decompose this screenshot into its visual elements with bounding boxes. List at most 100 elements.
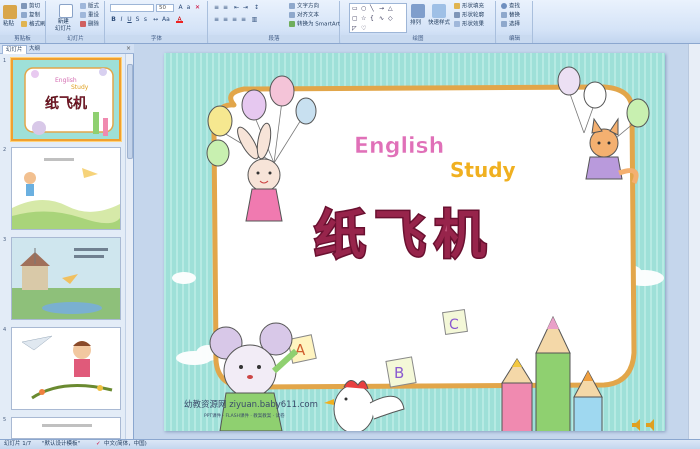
clipboard-group-label: 剪贴板 (0, 35, 45, 43)
arrow-shape-icon[interactable]: → (379, 6, 384, 12)
align-left-icon[interactable]: ≡ (213, 16, 220, 23)
slide-thumbnail-4[interactable] (11, 327, 121, 410)
underline-icon[interactable]: U (126, 16, 133, 23)
char-spacing-icon[interactable]: ↔ (152, 16, 159, 23)
replace-button[interactable]: 替换 (501, 12, 520, 20)
arrange-button[interactable]: 排列 (410, 20, 421, 27)
slide-thumbnail-5[interactable] (11, 417, 121, 439)
clipboard-group: 粘贴 剪切 复制 格式刷 剪贴板 (0, 1, 46, 43)
left-pane-scrollbar[interactable] (125, 54, 133, 439)
smartart-button[interactable]: 转换为 SmartArt (289, 21, 340, 29)
layout-button[interactable]: 版式 (80, 3, 99, 11)
align-text-button[interactable]: 对齐文本 (289, 12, 319, 20)
align-text-label: 对齐文本 (297, 12, 320, 19)
slide-thumbnail-3[interactable] (11, 237, 121, 320)
letter-c-block: C (449, 317, 459, 333)
star-shape-icon[interactable]: ☆ (361, 16, 366, 22)
font-group-label: 字体 (106, 35, 207, 43)
quick-styles-icon[interactable] (432, 4, 446, 18)
shadow-icon[interactable]: s (142, 16, 149, 23)
rounded-rect-shape-icon[interactable]: ▢ (352, 16, 358, 22)
change-case-icon[interactable]: Aa (162, 16, 170, 23)
new-slide-button[interactable]: 新建 幻灯片 (55, 19, 72, 33)
italic-icon[interactable]: I (118, 16, 125, 23)
svg-text:纸飞机: 纸飞机 (45, 96, 87, 112)
slide-number: 2 (3, 147, 7, 153)
heart-shape-icon[interactable]: ♡ (361, 26, 366, 32)
paintbrush-icon (21, 21, 27, 27)
slide-artwork: English Study 纸飞机 纸飞机 C B A 幼教资源网 ziyuan… (164, 53, 665, 431)
decrease-indent-icon[interactable]: ⇤ (233, 4, 240, 11)
paste-button[interactable]: 粘贴 (3, 21, 14, 28)
slide-number: 3 (3, 237, 7, 243)
shape-outline-button[interactable]: 形状轮廓 (454, 12, 484, 20)
callout-shape-icon[interactable]: ◸ (352, 26, 357, 32)
pen-icon (454, 12, 460, 18)
language-indicator[interactable]: 中文(简体，中国) (104, 440, 147, 449)
delete-slide-button[interactable]: 删除 (80, 21, 99, 29)
slide-study-text[interactable]: Study (450, 158, 516, 182)
effects-icon (454, 21, 460, 27)
replace-label: 替换 (509, 12, 521, 19)
diamond-shape-icon[interactable]: ◇ (388, 16, 393, 22)
font-color-icon[interactable]: A (176, 16, 183, 23)
slide-number: 5 (3, 417, 7, 423)
editing-group: 查找 替换 选择 编辑 (497, 1, 533, 43)
find-button[interactable]: 查找 (501, 3, 520, 11)
triangle-shape-icon[interactable]: △ (388, 6, 393, 12)
bullets-icon[interactable]: ≡ (213, 4, 220, 11)
paint-bucket-icon (454, 3, 460, 9)
select-button[interactable]: 选择 (501, 21, 520, 29)
format-painter-button[interactable]: 格式刷 (21, 21, 46, 29)
slide-canvas[interactable]: English Study 纸飞机 纸飞机 C B A 幼教资源网 ziyuan… (164, 53, 665, 431)
new-slide-icon[interactable] (59, 4, 73, 18)
smartart-label: 转换为 SmartArt (297, 21, 341, 28)
columns-icon[interactable]: ▥ (251, 16, 258, 23)
shape-effects-button[interactable]: 形状效果 (454, 21, 484, 29)
arrange-icon[interactable] (411, 4, 425, 18)
clear-format-icon[interactable]: ✕ (194, 4, 201, 11)
line-shape-icon[interactable]: ╲ (370, 6, 374, 12)
increase-indent-icon[interactable]: ⇥ (242, 4, 249, 11)
align-text-icon (289, 12, 295, 18)
tab-slides[interactable]: 幻灯片 (2, 45, 27, 54)
grow-font-icon[interactable]: A (177, 4, 184, 11)
shape-fill-button[interactable]: 形状填充 (454, 3, 484, 11)
left-pane-scroll-thumb[interactable] (127, 64, 133, 159)
tab-outline[interactable]: 大纲 (26, 45, 43, 54)
font-name-combo[interactable] (110, 4, 154, 12)
brace-shape-icon[interactable]: { (370, 16, 374, 22)
theme-name: "默认设计模板" (42, 441, 81, 447)
replace-icon (501, 12, 507, 18)
copy-icon (21, 12, 27, 18)
close-pane-icon[interactable]: × (126, 45, 131, 53)
shrink-font-icon[interactable]: a (185, 4, 192, 11)
slide-title-overlay: 纸飞机 (314, 206, 494, 266)
letter-b-block: B (394, 364, 404, 382)
strikethrough-icon[interactable]: S (134, 16, 141, 23)
line-spacing-icon[interactable]: ↕ (253, 4, 260, 11)
bold-icon[interactable]: B (110, 16, 117, 23)
slide-thumbnail-1[interactable]: English Study 纸飞机 (11, 58, 121, 141)
copy-button[interactable]: 复制 (21, 12, 40, 20)
rectangle-shape-icon[interactable]: ▭ (352, 6, 358, 12)
quick-styles-button[interactable]: 快速样式 (428, 20, 450, 27)
slide-vertical-scrollbar[interactable] (688, 44, 700, 439)
font-size-combo[interactable]: 50 (156, 4, 174, 12)
align-right-icon[interactable]: ≡ (231, 16, 238, 23)
spellcheck-icon[interactable]: ✓ (96, 440, 101, 449)
reset-button[interactable]: 重设 (80, 12, 99, 20)
shapes-gallery[interactable]: ▭ ○ ╲ → △ ▢ ☆ { ∿ ◇ ◸ ♡ (349, 3, 407, 33)
slide-thumbnail-2[interactable] (11, 147, 121, 230)
numbering-icon[interactable]: ≡ (222, 4, 229, 11)
oval-shape-icon[interactable]: ○ (361, 6, 366, 12)
text-direction-button[interactable]: 文字方向 (289, 3, 319, 11)
slide-english-text[interactable]: English (354, 134, 445, 160)
justify-icon[interactable]: ≡ (240, 16, 247, 23)
curve-shape-icon[interactable]: ∿ (379, 16, 384, 22)
align-center-icon[interactable]: ≡ (222, 16, 229, 23)
paste-icon[interactable] (3, 5, 17, 19)
text-direction-label: 文字方向 (297, 3, 320, 10)
cut-button[interactable]: 剪切 (21, 3, 40, 11)
thumbnail-5-preview (12, 418, 120, 438)
